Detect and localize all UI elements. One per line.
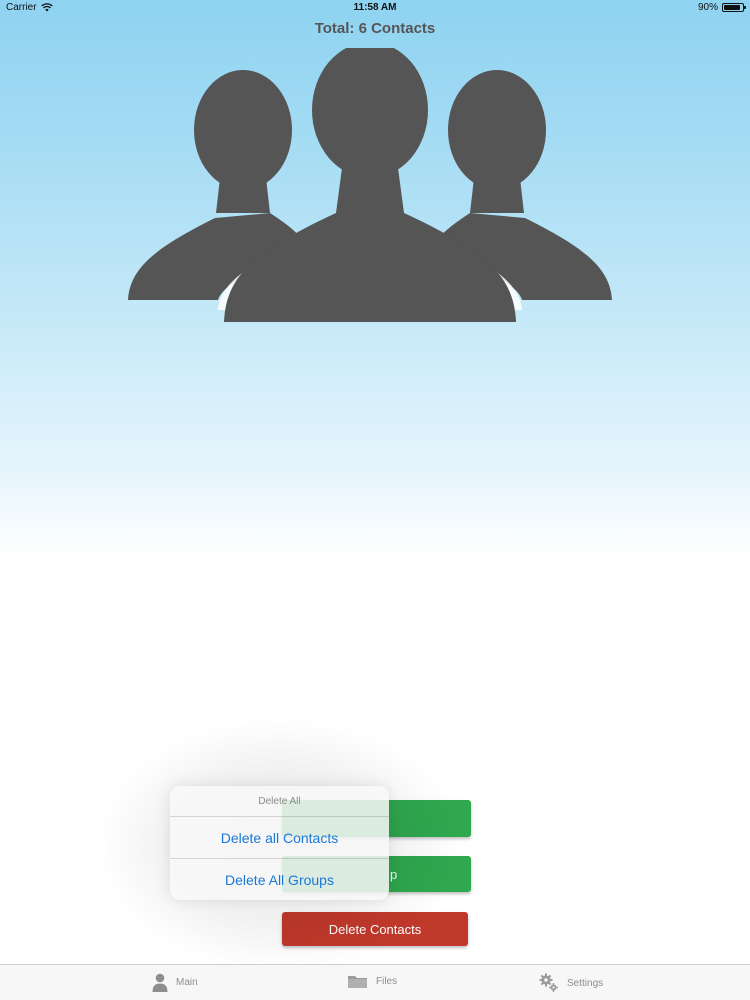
action-sheet-title: Delete All (170, 786, 389, 817)
battery-icon (722, 3, 746, 12)
green-action-button-2-label: p (390, 866, 398, 882)
status-right: 90% (697, 2, 746, 13)
delete-all-action-sheet: Delete All Delete all Contacts Delete Al… (170, 786, 389, 900)
delete-contacts-button-label: Delete Contacts (328, 921, 422, 937)
delete-all-contacts-option[interactable]: Delete all Contacts (170, 817, 389, 859)
tab-files[interactable]: Files (347, 973, 397, 989)
person-icon (152, 973, 168, 992)
tab-settings-label: Settings (567, 977, 604, 989)
tab-main-label: Main (176, 977, 198, 988)
delete-contacts-button[interactable]: Delete Contacts (282, 912, 468, 946)
tab-settings[interactable]: Settings (539, 973, 603, 993)
tab-files-label: Files (376, 975, 398, 987)
folder-icon (348, 976, 367, 988)
contacts-group-icon (128, 48, 612, 322)
tab-bar: Main Files Settings (0, 964, 750, 1000)
gear-icon (539, 973, 558, 992)
tab-main[interactable]: Main (152, 973, 198, 992)
status-time: 11:58 AM (353, 2, 397, 13)
battery-level-fill (724, 5, 741, 10)
battery-percent: 90% (697, 2, 718, 13)
page-title: Total: 6 Contacts (314, 20, 436, 37)
delete-all-groups-option[interactable]: Delete All Groups (170, 859, 389, 900)
status-bar: Carrier 11:58 AM 90% (0, 0, 750, 15)
